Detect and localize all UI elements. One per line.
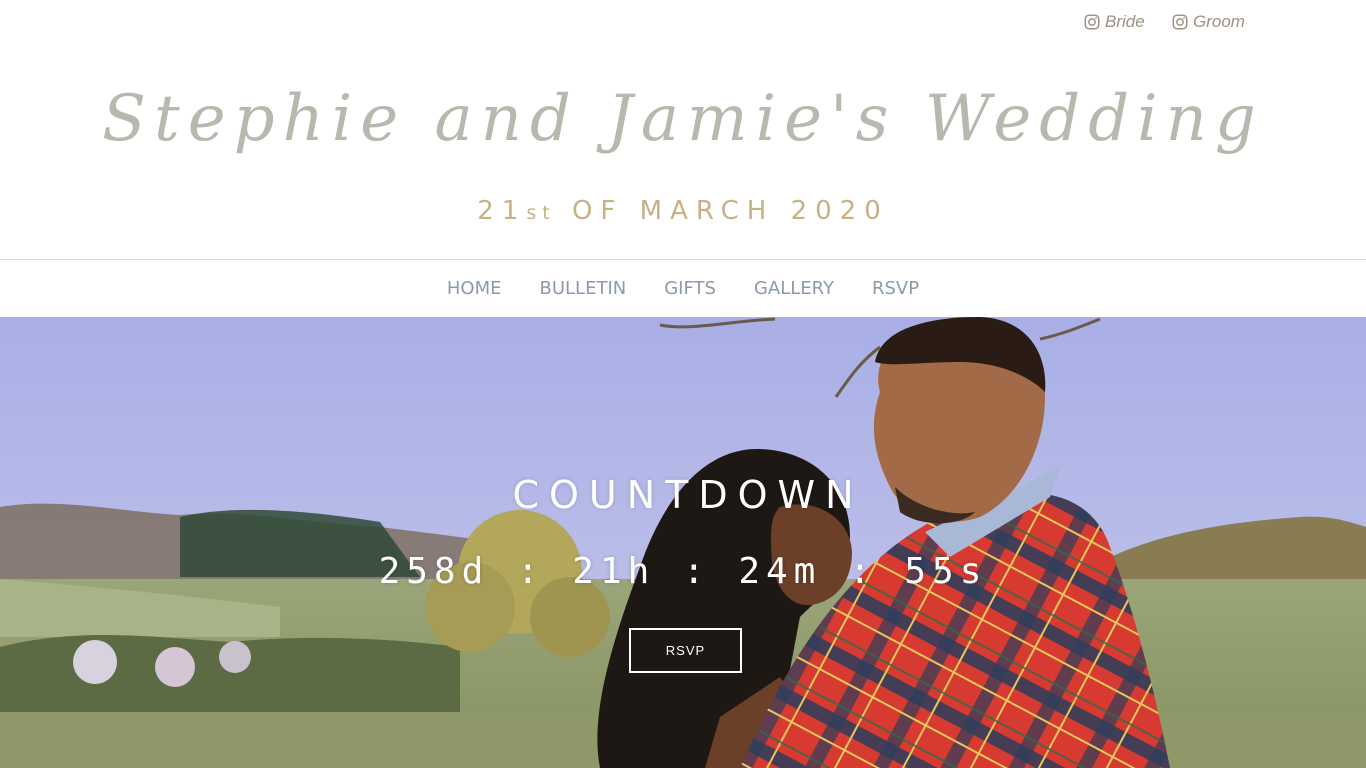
groom-instagram-link[interactable]: Groom bbox=[1171, 12, 1245, 32]
nav-gallery[interactable]: GALLERY bbox=[735, 278, 853, 299]
rsvp-button[interactable]: RSVP bbox=[629, 628, 742, 673]
bride-instagram-link[interactable]: Bride bbox=[1083, 12, 1145, 32]
countdown-title: COUNTDOWN bbox=[512, 473, 864, 517]
hero-photo bbox=[0, 317, 1366, 768]
site-header: Bride Groom Stephie and Jamie's Wedding … bbox=[0, 0, 1366, 259]
nav-gifts[interactable]: GIFTS bbox=[645, 278, 735, 299]
wedding-date: 21st OF MARCH 2020 bbox=[0, 196, 1366, 226]
main-nav: HOME BULLETIN GIFTS GALLERY RSVP bbox=[0, 259, 1366, 317]
instagram-icon bbox=[1172, 14, 1188, 30]
countdown-timer: 258d : 21h : 24m : 55s bbox=[378, 551, 988, 592]
nav-bulletin[interactable]: BULLETIN bbox=[521, 278, 646, 299]
bride-label: Bride bbox=[1105, 12, 1145, 31]
instagram-icon bbox=[1084, 14, 1100, 30]
nav-home[interactable]: HOME bbox=[428, 278, 521, 299]
groom-label: Groom bbox=[1193, 12, 1245, 31]
date-rest: OF MARCH 2020 bbox=[571, 196, 889, 226]
site-title: Stephie and Jamie's Wedding bbox=[102, 82, 1264, 156]
hero-banner bbox=[0, 317, 1366, 768]
nav-rsvp[interactable]: RSVP bbox=[853, 278, 938, 299]
date-suffix: st bbox=[526, 202, 556, 224]
date-day: 21 bbox=[477, 196, 527, 226]
